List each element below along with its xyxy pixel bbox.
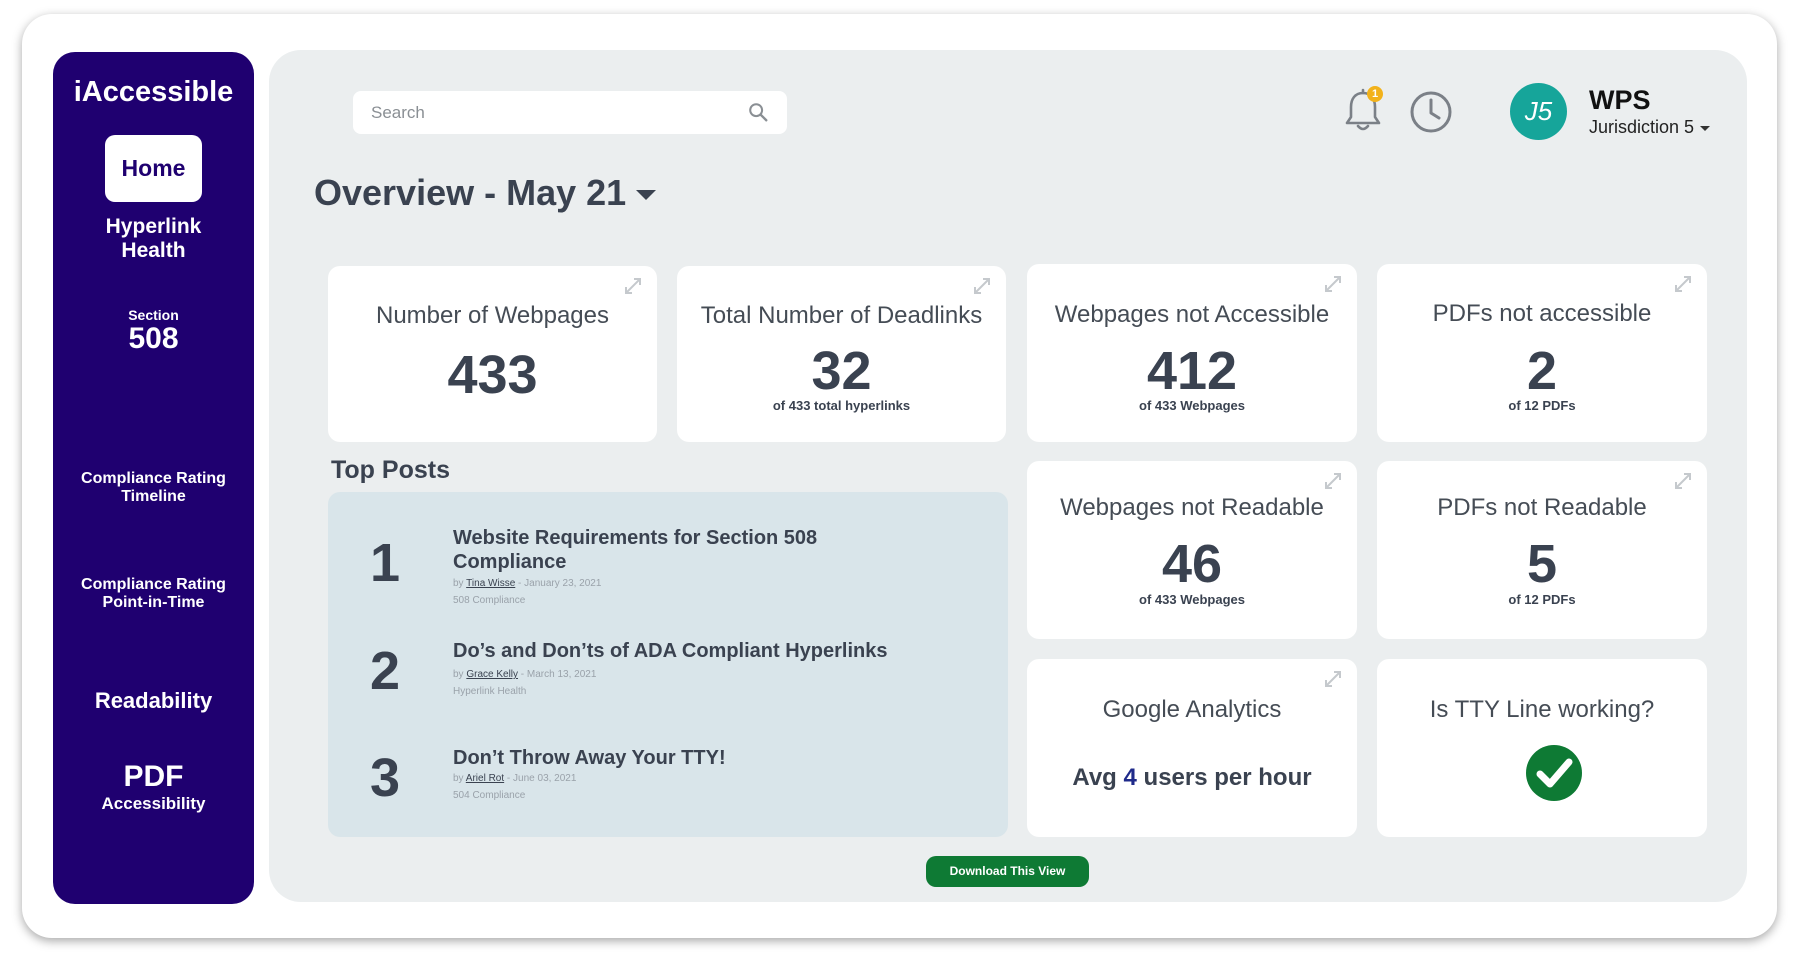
analytics-value: Avg 4 users per hour bbox=[1027, 764, 1357, 792]
post-meta: by Grace Kelly - March 13, 2021 bbox=[453, 669, 596, 680]
post-date: - March 13, 2021 bbox=[518, 669, 597, 680]
nav-label: Timeline bbox=[121, 487, 186, 505]
card-value: 2 bbox=[1526, 341, 1558, 401]
expand-icon[interactable] bbox=[623, 276, 643, 296]
nav-label: Compliance Rating bbox=[81, 470, 226, 487]
post-date: - January 23, 2021 bbox=[515, 578, 602, 589]
nav-readability[interactable]: Readability bbox=[53, 688, 254, 714]
analytics-prefix: Avg bbox=[1072, 764, 1124, 791]
card-title: PDFs not accessible bbox=[1432, 300, 1652, 327]
expand-icon[interactable] bbox=[972, 276, 992, 296]
download-view-button[interactable]: Download This View bbox=[926, 856, 1089, 887]
card-value: 412 bbox=[1146, 341, 1238, 401]
org-name: WPS bbox=[1589, 85, 1651, 115]
card-webpages-not-accessible: Webpages not Accessible 412 of 433 Webpa… bbox=[1027, 264, 1357, 442]
chevron-down-icon bbox=[636, 190, 657, 201]
nav-label: Accessibility bbox=[101, 793, 206, 813]
nav-home-button[interactable]: Home bbox=[105, 135, 202, 202]
nav-compliance-timeline[interactable]: Compliance Rating Timeline bbox=[53, 470, 254, 506]
post-author-link[interactable]: Ariel Rot bbox=[466, 773, 504, 784]
sidebar: iAccessible Home Hyperlink Health Sectio… bbox=[53, 52, 254, 904]
nav-label: PDF bbox=[123, 760, 184, 793]
card-value: 5 bbox=[1526, 534, 1558, 594]
overview-date-select[interactable]: Overview - May 21 bbox=[314, 172, 657, 214]
nav-label: Health bbox=[121, 238, 186, 262]
nav-section-508[interactable]: Section 508 bbox=[53, 307, 254, 355]
top-posts-heading: Top Posts bbox=[331, 456, 450, 484]
brand-logo: iAccessible bbox=[73, 76, 234, 108]
card-number-of-webpages: Number of Webpages 433 bbox=[328, 266, 657, 442]
post-meta: by Ariel Rot - June 03, 2021 bbox=[453, 773, 576, 784]
search-box bbox=[353, 91, 787, 134]
card-title: Webpages not Readable bbox=[1060, 494, 1324, 521]
card-deadlinks: Total Number of Deadlinks 32 of 433 tota… bbox=[677, 266, 1006, 442]
post-category: 508 Compliance bbox=[453, 595, 526, 606]
jurisdiction-select[interactable]: Jurisdiction 5 bbox=[1589, 117, 1711, 138]
card-value: 433 bbox=[447, 345, 538, 405]
post-date: - June 03, 2021 bbox=[504, 773, 577, 784]
post-rank: 3 bbox=[370, 748, 401, 808]
post-title[interactable]: Don’t Throw Away Your TTY! bbox=[453, 746, 873, 770]
expand-icon[interactable] bbox=[1323, 471, 1343, 491]
nav-label: Point-in-Time bbox=[102, 593, 205, 611]
post-rank: 1 bbox=[370, 533, 401, 593]
post-category: 504 Compliance bbox=[453, 790, 526, 801]
analytics-suffix: users per hour bbox=[1136, 764, 1312, 791]
card-webpages-not-readable: Webpages not Readable 46 of 433 Webpages bbox=[1027, 461, 1357, 639]
expand-icon[interactable] bbox=[1323, 669, 1343, 689]
nav-pdf-accessibility[interactable]: PDF Accessibility bbox=[53, 760, 254, 813]
card-value: 46 bbox=[1161, 534, 1223, 594]
notification-badge: 1 bbox=[1367, 86, 1383, 102]
post-title[interactable]: Website Requirements for Section 508 Com… bbox=[453, 526, 873, 575]
expand-icon[interactable] bbox=[1323, 274, 1343, 294]
clock-icon[interactable] bbox=[1409, 90, 1453, 134]
card-subtitle: of 433 Webpages bbox=[1139, 592, 1245, 607]
nav-compliance-point-in-time[interactable]: Compliance Rating Point-in-Time bbox=[53, 576, 254, 612]
post-by: by bbox=[453, 669, 467, 680]
card-title: Total Number of Deadlinks bbox=[700, 302, 983, 329]
nav-label: Hyperlink bbox=[105, 215, 202, 238]
post-title[interactable]: Do’s and Don’ts of ADA Compliant Hyperli… bbox=[453, 639, 933, 663]
nav-hyperlink-health[interactable]: Hyperlink Health bbox=[53, 215, 254, 262]
card-subtitle: of 433 Webpages bbox=[1139, 398, 1245, 413]
search-input[interactable] bbox=[371, 91, 731, 134]
nav-label: Readability bbox=[94, 688, 213, 713]
card-title: Number of Webpages bbox=[375, 302, 609, 329]
card-subtitle: of 12 PDFs bbox=[1508, 592, 1576, 607]
nav-label: Compliance Rating bbox=[81, 576, 226, 593]
top-posts-list: 1 Website Requirements for Section 508 C… bbox=[328, 492, 1008, 837]
analytics-number: 4 bbox=[1123, 764, 1137, 791]
card-title: Webpages not Accessible bbox=[1054, 301, 1330, 328]
chevron-down-icon bbox=[1700, 125, 1711, 131]
post-rank: 2 bbox=[370, 641, 401, 701]
post-meta: by Tina Wisse - January 23, 2021 bbox=[453, 578, 601, 589]
check-circle-icon bbox=[1526, 745, 1582, 801]
card-title: Is TTY Line working? bbox=[1429, 696, 1655, 723]
post-author-link[interactable]: Tina Wisse bbox=[466, 578, 515, 589]
card-google-analytics: Google Analytics Avg 4 users per hour bbox=[1027, 659, 1357, 837]
card-subtitle: of 433 total hyperlinks bbox=[772, 398, 911, 413]
card-pdfs-not-readable: PDFs not Readable 5 of 12 PDFs bbox=[1377, 461, 1707, 639]
search-icon[interactable] bbox=[747, 101, 769, 123]
post-by: by bbox=[453, 773, 466, 784]
post-author-link[interactable]: Grace Kelly bbox=[466, 669, 518, 680]
avatar[interactable]: J5 bbox=[1510, 83, 1567, 140]
card-tty-status: Is TTY Line working? bbox=[1377, 659, 1707, 837]
card-subtitle: of 12 PDFs bbox=[1508, 398, 1576, 413]
card-title: Google Analytics bbox=[1102, 696, 1282, 723]
post-by: by bbox=[453, 578, 467, 589]
page-title: Overview - May 21 bbox=[314, 172, 627, 213]
expand-icon[interactable] bbox=[1673, 274, 1693, 294]
expand-icon[interactable] bbox=[1673, 471, 1693, 491]
nav-label: 508 bbox=[128, 321, 179, 355]
post-category: Hyperlink Health bbox=[453, 686, 527, 697]
card-pdfs-not-accessible: PDFs not accessible 2 of 12 PDFs bbox=[1377, 264, 1707, 442]
card-value: 32 bbox=[811, 341, 872, 401]
jurisdiction-label: Jurisdiction 5 bbox=[1589, 117, 1695, 137]
card-title: PDFs not Readable bbox=[1437, 494, 1647, 521]
